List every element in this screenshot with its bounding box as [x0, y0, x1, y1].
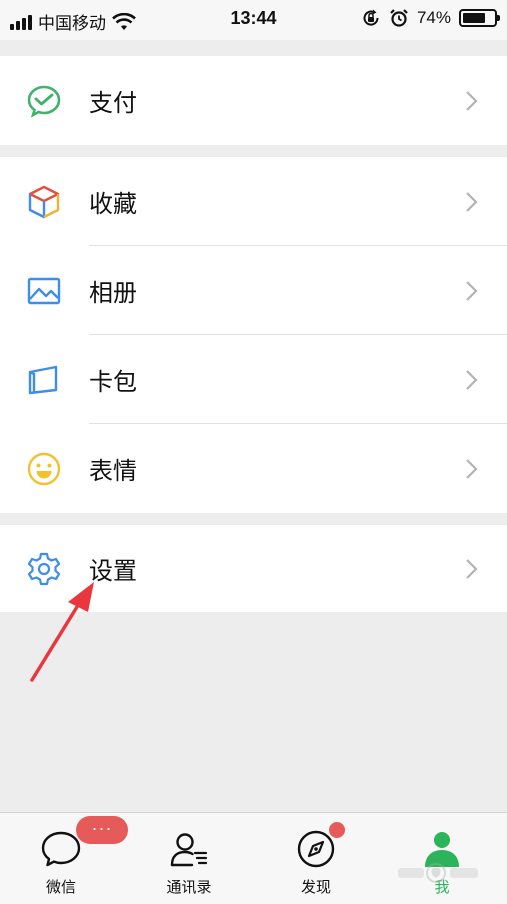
battery-percent: 74% [416, 8, 451, 27]
chat-bubble-icon [41, 831, 81, 867]
menu-item-cards[interactable]: 卡包 [0, 335, 507, 424]
favorites-cube-icon [28, 185, 60, 218]
menu-item-label: 支付 [89, 90, 137, 117]
chevron-right-icon [466, 191, 478, 212]
menu-item-favorites[interactable]: 收藏 [0, 157, 507, 246]
status-bar: 中国移动 13:44 74% [0, 0, 507, 40]
alarm-icon [390, 9, 408, 27]
card-wallet-icon [28, 365, 58, 394]
album-image-icon [27, 277, 61, 304]
chevron-right-icon [466, 90, 478, 111]
status-left: 中国移动 [10, 9, 136, 34]
unread-badge: ··· [76, 816, 128, 844]
menu-item-album[interactable]: 相册 [0, 246, 507, 335]
menu-item-pay[interactable]: 支付 [0, 56, 507, 145]
menu-item-label: 相册 [89, 280, 137, 307]
battery-icon [459, 9, 500, 27]
annotation-arrow-icon [30, 582, 94, 682]
chevron-right-icon [466, 280, 478, 301]
signal-strength-icon [10, 14, 32, 30]
contacts-icon [170, 833, 208, 867]
group-features: 收藏 相册 卡包 表情 [0, 157, 507, 513]
rotation-lock-icon [363, 9, 379, 26]
wifi-icon [112, 12, 136, 30]
battery-fill [463, 13, 486, 23]
wechat-pay-icon [27, 85, 61, 118]
tab-label: 通讯录 [166, 879, 212, 896]
chevron-right-icon [466, 558, 478, 579]
menu-item-label: 表情 [89, 458, 137, 485]
group-pay: 支付 [0, 56, 507, 145]
chevron-right-icon [466, 458, 478, 479]
menu-item-label: 收藏 [89, 191, 137, 218]
new-dot-badge [329, 822, 345, 838]
sticker-smiley-icon [27, 452, 61, 485]
status-right: 74% [361, 8, 500, 28]
tab-contacts[interactable]: 通讯录 [134, 813, 244, 904]
watermark-logo [398, 863, 478, 883]
carrier-name: 中国移动 [38, 14, 106, 33]
menu-item-stickers[interactable]: 表情 [0, 424, 507, 513]
menu-item-label: 卡包 [89, 369, 137, 396]
tab-discover[interactable]: 发现 [261, 813, 371, 904]
chevron-right-icon [466, 369, 478, 390]
tab-label: 发现 [300, 879, 331, 896]
tab-label: 微信 [45, 879, 76, 896]
